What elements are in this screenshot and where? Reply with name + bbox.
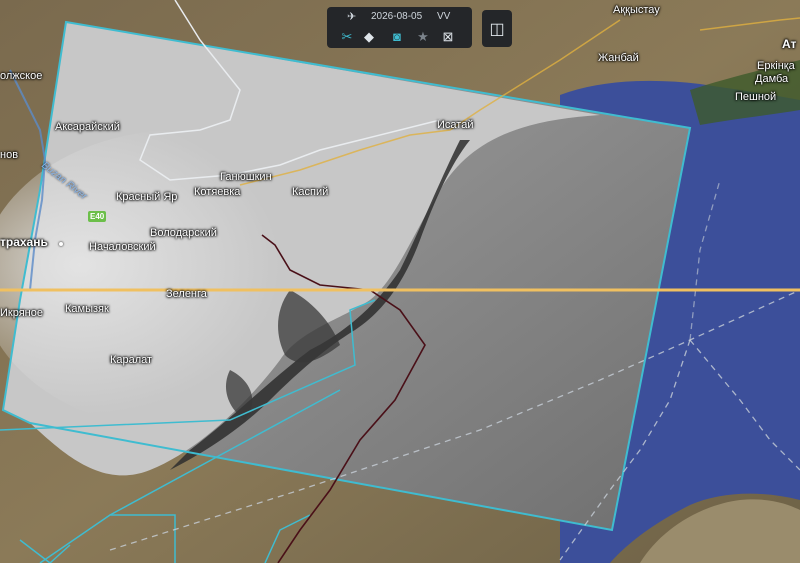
export-icon[interactable]: ⊠	[440, 29, 456, 45]
acquisition-date: 2026-08-05	[371, 11, 423, 22]
place-label-krasny-yar: Красный Яр	[116, 191, 178, 203]
place-label-erkinka: Еркінқа	[757, 60, 795, 72]
place-label-astrakhan: трахань	[0, 235, 48, 249]
toolbar-actions: ✂ ◆ ◙ ★ ⊠	[339, 29, 464, 45]
compare-split-button[interactable]: ◫	[482, 10, 512, 47]
tools-icon[interactable]: ✂	[339, 29, 355, 45]
place-label-volodarsky: Володарский	[150, 227, 217, 239]
image-meta: ✈ 2026-08-05 VV	[327, 10, 472, 26]
place-label-akkystau: Аққыстау	[613, 4, 660, 16]
place-label-ganyushkin: Ганюшкин	[220, 171, 272, 183]
place-label-at: Ат	[782, 37, 797, 51]
map-canvas[interactable]	[0, 0, 800, 563]
satellite-icon: ✈	[347, 11, 357, 23]
place-label-ikryanoe: Икряное	[0, 307, 43, 319]
place-label-peshnoi: Пешной	[735, 91, 777, 103]
place-label-nachalovsky: Началовский	[89, 241, 156, 253]
place-label-isatai: Исатай	[437, 119, 474, 131]
compare-split-icon: ◫	[489, 20, 505, 38]
place-label-damba: Дамба	[755, 73, 789, 85]
camera-icon[interactable]: ◙	[389, 29, 405, 45]
layers-icon[interactable]: ◆	[361, 29, 377, 45]
place-label-zelenga: Зеленга	[166, 288, 207, 300]
place-label-kotyaevka: Котяевка	[194, 186, 241, 198]
place-label-nov: нов	[0, 149, 19, 161]
place-label-kamyzyak: Камызяк	[65, 303, 109, 315]
place-label-kaspii: Каспий	[292, 186, 329, 198]
image-toolbar: ✈ 2026-08-05 VV ✂ ◆ ◙ ★ ⊠	[327, 7, 472, 48]
place-label-aksaraisky: Аксарайский	[55, 121, 120, 133]
city-dot-astrakhan	[59, 242, 63, 246]
polarization-label: VV	[437, 11, 451, 22]
road-shield-e40: E40	[88, 211, 107, 222]
place-label-karalat: Каралат	[110, 354, 153, 366]
place-label-volzhskoe: олжское	[0, 70, 43, 82]
place-label-zhanbai: Жанбай	[598, 52, 639, 64]
star-icon[interactable]: ★	[415, 29, 431, 45]
